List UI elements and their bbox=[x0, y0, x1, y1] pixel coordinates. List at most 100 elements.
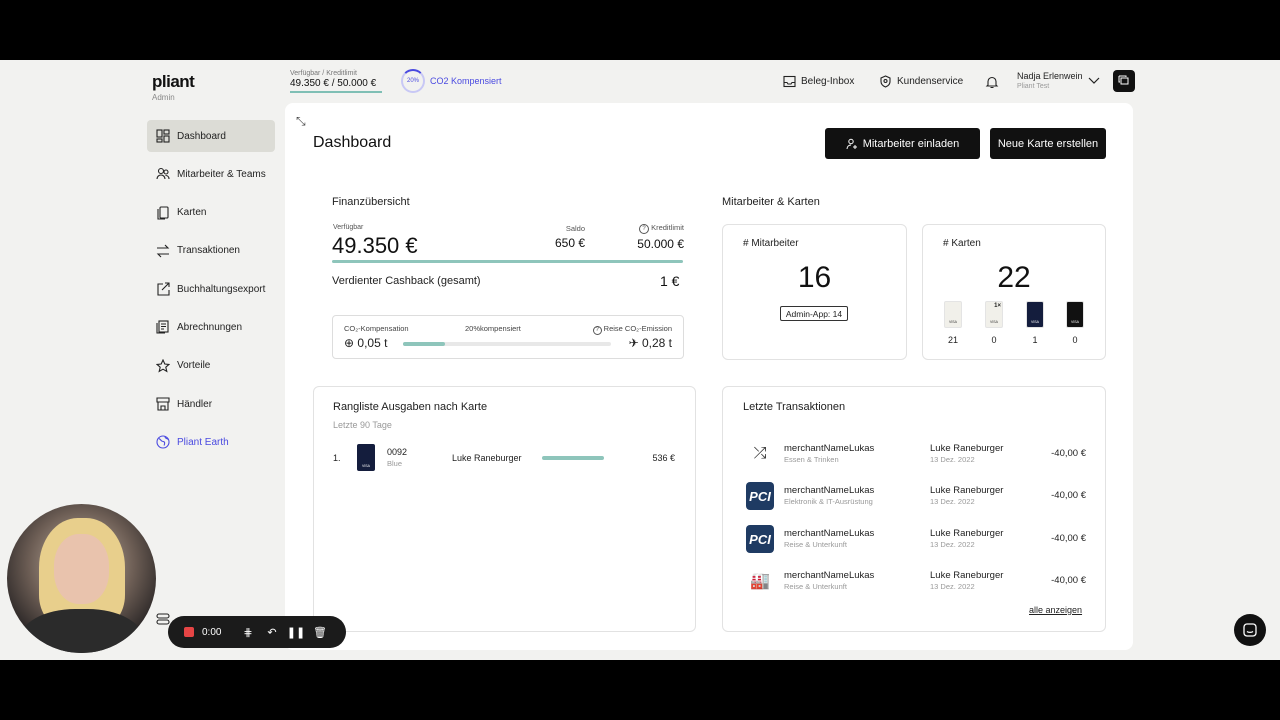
balance: Saldo 650 € bbox=[545, 224, 585, 250]
cashback-value: 1 € bbox=[660, 273, 680, 289]
show-all-link[interactable]: alle anzeigen bbox=[1029, 605, 1082, 615]
transaction-amount: -40,00 € bbox=[1051, 490, 1086, 501]
co2-travel-number: 0,28 t bbox=[641, 336, 672, 350]
transaction-holder: Luke Raneburger bbox=[930, 570, 1004, 581]
spend-bar bbox=[542, 456, 604, 460]
export-icon bbox=[156, 282, 170, 296]
employees-count: 16 bbox=[797, 261, 832, 294]
info-icon[interactable]: ? bbox=[592, 326, 602, 335]
visa-logo: VISA bbox=[990, 320, 998, 324]
co2-travel-text: Reise CO₂-Emission bbox=[603, 324, 672, 333]
grid-icon[interactable]: ⋕ bbox=[236, 626, 260, 639]
employees-label: # Mitarbeiter bbox=[743, 238, 799, 249]
co2-box: CO₂-Kompensation 20%kompensiert ? Reise C… bbox=[332, 315, 684, 359]
transaction-row[interactable]: PCI merchantNameLukas Reise & Unterkunft Lu… bbox=[743, 525, 1088, 555]
bell-icon[interactable] bbox=[985, 75, 999, 89]
sidebar-item-employees[interactable]: Mitarbeiter & Teams bbox=[147, 158, 275, 190]
sidebar-item-dashboard[interactable]: Dashboard bbox=[147, 120, 275, 152]
invite-employee-button[interactable]: Mitarbeiter einladen bbox=[825, 128, 980, 159]
sidebar-item-statements[interactable]: Abrechnungen bbox=[147, 311, 275, 343]
chat-support-button[interactable] bbox=[1234, 614, 1266, 646]
co2-compensation-label: CO₂-Kompensation bbox=[344, 324, 409, 333]
cards-count: 22 bbox=[997, 261, 1031, 294]
credit-limit-value: 50.000 € bbox=[637, 237, 684, 251]
sidebar-item-label: Vorteile bbox=[177, 360, 211, 372]
dashboard-icon bbox=[156, 129, 170, 143]
expand-icon[interactable]: ⤡ bbox=[296, 114, 306, 129]
transactions-title: Letzte Transaktionen bbox=[743, 401, 846, 413]
transaction-holder: Luke Raneburger bbox=[930, 485, 1004, 496]
merchant-logo: PCI bbox=[746, 482, 774, 510]
switch-account-button[interactable] bbox=[1113, 70, 1135, 92]
leaf-globe-icon: ⊕ bbox=[344, 336, 355, 350]
factory-icon: 🏭 bbox=[750, 573, 770, 590]
sidebar-item-transactions[interactable]: Transaktionen bbox=[147, 235, 275, 267]
credit-summary[interactable]: Verfügbar / Kreditlimit 49.350 € / 50.00… bbox=[290, 70, 382, 93]
stop-recording-button[interactable] bbox=[184, 627, 194, 637]
card-type-thumbnail: VISA bbox=[944, 301, 962, 328]
chevron-down-icon[interactable] bbox=[1087, 75, 1101, 87]
transaction-date: 13 Dez. 2022 bbox=[930, 540, 975, 549]
available-value: 49.350 € bbox=[332, 233, 418, 258]
webcam-bubble[interactable] bbox=[7, 504, 156, 653]
customer-service-link[interactable]: Kundenservice bbox=[879, 75, 963, 88]
sidebar-item-benefits[interactable]: Vorteile bbox=[147, 350, 275, 382]
merchant-name: merchantNameLukas bbox=[784, 528, 875, 539]
card-type-count: 1 bbox=[1032, 335, 1038, 345]
co2-compensated[interactable]: 20% CO2 Kompensiert bbox=[401, 69, 502, 93]
new-card-button[interactable]: Neue Karte erstellen bbox=[990, 128, 1106, 159]
co2-travel-label: ? Reise CO₂-Emission bbox=[592, 324, 672, 335]
sidebar-item-export[interactable]: Buchhaltungsexport bbox=[147, 273, 275, 305]
app-logo[interactable]: pliant Admin bbox=[152, 72, 195, 102]
star-icon bbox=[156, 358, 170, 373]
transaction-row[interactable]: PCI merchantNameLukas Elektronik & IT-Ausr… bbox=[743, 482, 1088, 512]
co2-progress-fill bbox=[403, 342, 445, 346]
merchant-category: Elektronik & IT-Ausrüstung bbox=[784, 497, 873, 506]
rank-number: 1. bbox=[333, 453, 341, 463]
user-menu[interactable]: Nadja Erlenwein Pliant Test bbox=[1017, 71, 1083, 90]
available-bar bbox=[332, 260, 683, 263]
sidebar-item-merchants[interactable]: Händler bbox=[147, 388, 275, 420]
pause-icon[interactable]: ❚❚ bbox=[284, 626, 308, 639]
undo-icon[interactable]: ↶ bbox=[260, 626, 284, 639]
receipt-inbox-link[interactable]: Beleg-Inbox bbox=[783, 75, 854, 88]
shuffle-icon: ⤮ bbox=[753, 445, 767, 462]
merchant-category: Reise & Unterkunft bbox=[784, 582, 847, 591]
add-user-icon bbox=[846, 138, 857, 149]
sidebar-item-label: Dashboard bbox=[177, 130, 226, 142]
employees-cards-title: Mitarbeiter & Karten bbox=[722, 196, 820, 208]
credit-limit: ? Kreditlimit 50.000 € bbox=[618, 223, 684, 251]
merchant-name: merchantNameLukas bbox=[784, 570, 875, 581]
transaction-date: 13 Dez. 2022 bbox=[930, 455, 975, 464]
transaction-holder: Luke Raneburger bbox=[930, 528, 1004, 539]
sidebar-item-label: Mitarbeiter & Teams bbox=[177, 168, 266, 180]
cashback-label: Verdienter Cashback (gesamt) bbox=[332, 275, 481, 287]
sidebar-item-label: Transaktionen bbox=[177, 245, 240, 257]
available-label: Verfügbar bbox=[333, 224, 364, 231]
sidebar-item-label: Pliant Earth bbox=[177, 436, 229, 448]
table-row[interactable]: 1. VISA 0092 Blue Luke Raneburger 536 € bbox=[333, 444, 683, 472]
transaction-row[interactable]: ⤮ merchantNameLukas Essen & Trinken Luke Ra… bbox=[743, 440, 1088, 470]
transaction-row[interactable]: 🏭 merchantNameLukas Reise & Unterkunft Luke… bbox=[743, 567, 1088, 597]
balance-value: 650 € bbox=[554, 236, 585, 250]
sidebar-item-pliant-earth[interactable]: Pliant Earth bbox=[147, 426, 275, 458]
chat-icon bbox=[1243, 623, 1257, 637]
transaction-date: 13 Dez. 2022 bbox=[930, 497, 975, 506]
sidebar-item-label: Buchhaltungsexport bbox=[177, 283, 266, 295]
webcam-body bbox=[19, 609, 144, 653]
info-icon[interactable]: ? bbox=[639, 224, 650, 234]
card-type-badge: 1× bbox=[994, 303, 1001, 309]
invite-employee-label: Mitarbeiter einladen bbox=[862, 137, 960, 150]
visa-logo: VISA bbox=[362, 464, 370, 468]
customer-service-label: Kundenservice bbox=[897, 76, 964, 87]
merchant-name: merchantNameLukas bbox=[784, 443, 875, 454]
statements-icon bbox=[156, 320, 170, 335]
brand-role: Admin bbox=[152, 93, 175, 102]
sidebar-item-cards[interactable]: Karten bbox=[147, 197, 275, 229]
co2-percent-label: 20%kompensiert bbox=[465, 324, 521, 333]
cards-icon bbox=[156, 206, 170, 220]
trash-icon[interactable]: 🗑 bbox=[308, 626, 332, 639]
spend-amount: 536 € bbox=[652, 453, 675, 463]
settings-toggle-icon[interactable] bbox=[156, 612, 170, 626]
cards-switch-icon bbox=[1118, 75, 1129, 85]
